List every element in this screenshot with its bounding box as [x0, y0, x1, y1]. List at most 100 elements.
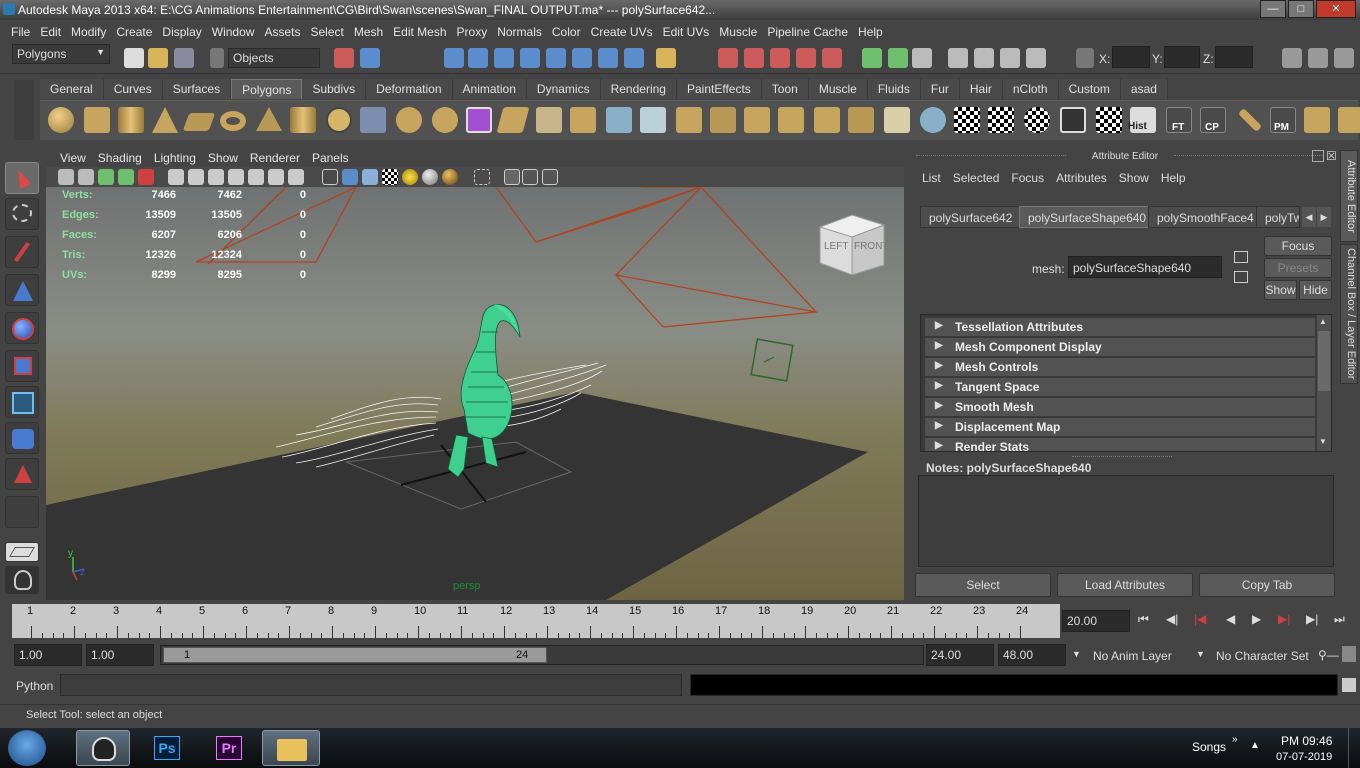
show-manipulator-tool[interactable]	[5, 458, 39, 490]
shelf-tab-fluids[interactable]: Fluids	[867, 79, 921, 99]
lock-icon[interactable]	[656, 48, 676, 68]
hypershade-icon[interactable]	[1026, 48, 1046, 68]
show-desktop-button[interactable]	[1348, 728, 1360, 768]
taskbar-explorer[interactable]	[262, 730, 320, 766]
shelf-tab-deformation[interactable]: Deformation	[366, 79, 453, 99]
boolean-icon[interactable]	[432, 107, 458, 133]
section-smooth-mesh[interactable]: ▶ Smooth Mesh	[925, 398, 1315, 417]
save-scene-icon[interactable]	[174, 48, 194, 68]
select-tool[interactable]	[5, 162, 39, 194]
menu-create[interactable]: Create	[111, 25, 157, 39]
render-view-icon[interactable]	[912, 48, 932, 68]
menu-window[interactable]: Window	[207, 25, 260, 39]
minimize-button[interactable]: —	[1260, 0, 1286, 18]
scroll-up-icon[interactable]: ▲	[1319, 317, 1327, 326]
bevel-icon[interactable]	[710, 107, 736, 133]
safe-title-icon[interactable]	[288, 169, 304, 185]
extrude-icon[interactable]	[496, 107, 530, 133]
poly-modeling-icon[interactable]: PM	[1270, 107, 1296, 133]
current-time-field[interactable]: 20.00	[1062, 610, 1130, 632]
sections-scrollbar[interactable]: ▲ ▼	[1317, 315, 1331, 451]
start-button[interactable]	[8, 730, 46, 766]
go-to-start-icon[interactable]: ⏮	[1138, 612, 1149, 627]
shelf-tab-muscle[interactable]: Muscle	[808, 79, 868, 99]
shelf-tab-ncloth[interactable]: nCloth	[1002, 79, 1059, 99]
songs-toolbar-label[interactable]: Songs	[1192, 740, 1226, 754]
menu-file[interactable]: File	[6, 25, 35, 39]
step-forward-frame-icon[interactable]: ▶|	[1278, 612, 1290, 626]
poly-pyramid-icon[interactable]	[256, 107, 282, 131]
range-slider-handle[interactable]: 1 24	[163, 647, 547, 663]
poly-cone-icon[interactable]	[152, 107, 178, 133]
ae-menu-list[interactable]: List	[916, 171, 947, 185]
bookmark-icon[interactable]	[98, 169, 114, 185]
time-slider[interactable]: 1 2 3 4 5 6 7 8 9 10 11 12 13 14 15 16 17 18 19 20 21 22 23 24	[12, 604, 1060, 638]
xray-joints-icon[interactable]	[522, 169, 538, 185]
texture-icon[interactable]	[1060, 107, 1086, 133]
character-set-dropdown[interactable]: No Character Set	[1216, 649, 1309, 663]
grid-icon[interactable]	[168, 169, 184, 185]
shelf-tab-hair[interactable]: Hair	[959, 79, 1003, 99]
clock-date[interactable]: 07-07-2019	[1276, 751, 1332, 763]
extract-icon[interactable]	[848, 107, 874, 133]
snap-grid-icon[interactable]	[444, 48, 464, 68]
step-back-frame-icon[interactable]: |◀	[1194, 612, 1206, 626]
gate-mask-icon[interactable]	[228, 169, 244, 185]
notes-textarea[interactable]	[918, 475, 1334, 567]
snap-edge-icon[interactable]	[572, 48, 592, 68]
menu-proxy[interactable]: Proxy	[452, 25, 493, 39]
taskbar-premiere[interactable]: Pr	[202, 730, 256, 766]
close-button[interactable]: ✕	[1316, 0, 1356, 18]
xray-components-icon[interactable]	[542, 169, 558, 185]
selection-mask-field[interactable]: Objects	[228, 48, 320, 68]
animation-preferences-icon[interactable]	[1342, 646, 1356, 662]
tab-scroll-left-icon[interactable]: ◀	[1302, 207, 1316, 227]
vp-menu-lighting[interactable]: Lighting	[148, 151, 202, 165]
show-button[interactable]: Show	[1264, 280, 1297, 300]
shelf-tab-asad[interactable]: asad	[1120, 79, 1168, 99]
menu-mesh[interactable]: Mesh	[349, 25, 388, 39]
load-attributes-button[interactable]: Load Attributes	[1057, 573, 1193, 597]
taskbar-maya[interactable]	[76, 730, 130, 766]
shelf-tab-animation[interactable]: Animation	[452, 79, 527, 99]
toggle-channel-box-icon[interactable]	[1334, 48, 1354, 68]
snap-surface-icon[interactable]	[546, 48, 566, 68]
isolate-select-icon[interactable]	[474, 169, 490, 185]
separate-icon[interactable]	[396, 107, 422, 133]
ambient-occlusion-icon[interactable]	[442, 169, 458, 185]
menu-edit-mesh[interactable]: Edit Mesh	[388, 25, 451, 39]
mesh-name-field[interactable]: polySurfaceShape640	[1068, 256, 1222, 278]
perspective-viewport[interactable]: LEFT FRONT y z persp Verts: 7466 7462 0 Edge…	[46, 187, 904, 600]
resolution-gate-icon[interactable]	[208, 169, 224, 185]
ipr-render-icon[interactable]	[974, 48, 994, 68]
ae-menu-help[interactable]: Help	[1155, 171, 1192, 185]
menu-pipeline-cache[interactable]: Pipeline Cache	[762, 25, 853, 39]
wireframe-icon[interactable]	[322, 169, 338, 185]
film-gate-icon[interactable]	[188, 169, 204, 185]
uv-editor-icon[interactable]	[988, 107, 1014, 133]
collapse-icon[interactable]	[778, 107, 804, 133]
step-forward-key-icon[interactable]: ▶|	[1306, 612, 1318, 626]
view-cube[interactable]: LEFT FRONT	[818, 214, 888, 276]
menu-assets[interactable]: Assets	[259, 25, 305, 39]
poly-sphere-icon[interactable]	[48, 107, 74, 133]
use-all-lights-icon[interactable]	[402, 169, 418, 185]
tab-scroll-right-icon[interactable]: ▶	[1317, 207, 1331, 227]
uv-layout-icon[interactable]	[1024, 107, 1050, 133]
open-scene-icon[interactable]	[148, 48, 168, 68]
wireframe-on-shaded-icon[interactable]	[362, 169, 378, 185]
layout-uv-icon[interactable]	[1338, 107, 1360, 133]
camera-attributes-icon[interactable]	[78, 169, 94, 185]
lasso-tool[interactable]	[5, 198, 39, 230]
shelf-tab-painteffects[interactable]: PaintEffects	[676, 79, 762, 99]
go-to-end-icon[interactable]: ⏭	[1334, 612, 1345, 627]
ae-menu-selected[interactable]: Selected	[947, 171, 1006, 185]
snap-face-icon[interactable]	[598, 48, 618, 68]
ae-menu-focus[interactable]: Focus	[1005, 171, 1050, 185]
toolbar-expand-icon[interactable]: »	[1232, 734, 1238, 745]
two-d-pan-icon[interactable]	[138, 169, 154, 185]
poly-torus-icon[interactable]	[220, 111, 246, 131]
shelf-tab-dynamics[interactable]: Dynamics	[526, 79, 601, 99]
image-plane-icon[interactable]	[118, 169, 134, 185]
offset-edge-loop-icon[interactable]	[676, 107, 702, 133]
